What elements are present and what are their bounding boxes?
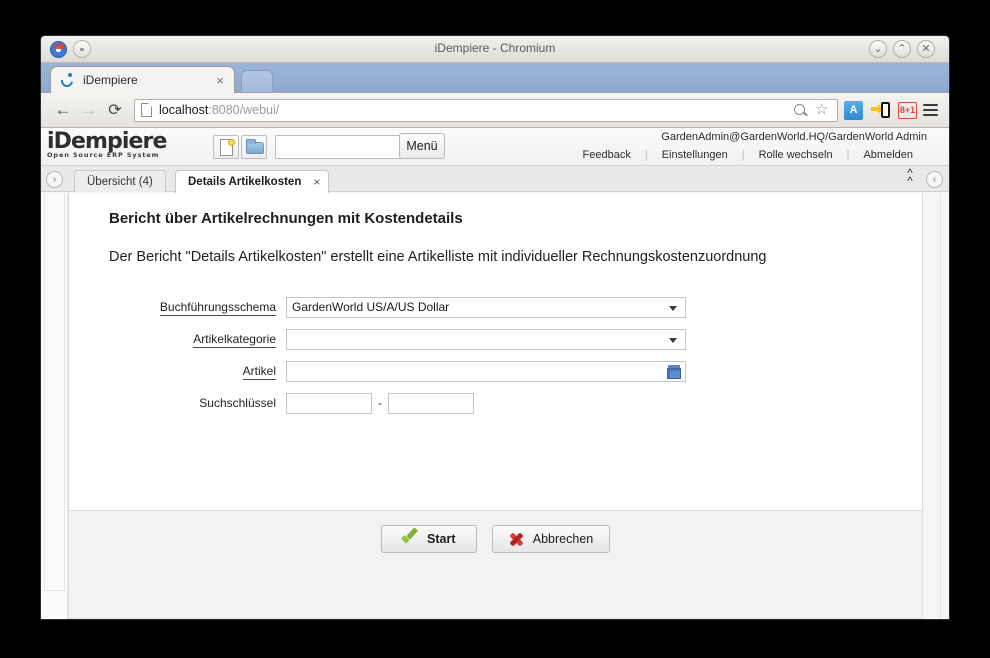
idempiere-application: iDempiere Open Source ERP System Menü Ga…	[41, 128, 949, 619]
artikelkategorie-select[interactable]	[286, 328, 686, 350]
idempiere-favicon-icon	[58, 72, 76, 89]
window-minimize-button[interactable]: ⌄	[869, 40, 887, 58]
field-row-artikel: Artikel	[69, 355, 922, 387]
back-button[interactable]: ←	[50, 97, 76, 123]
open-folder-icon[interactable]	[241, 135, 267, 159]
chromium-browser-window: iDempiere - Chromium ⌄ ⌃ ✕ iDempiere × ←…	[40, 35, 950, 620]
address-bar[interactable]: localhost:8080/webui/ ☆	[134, 98, 838, 122]
window-titlebar: iDempiere - Chromium ⌄ ⌃ ✕	[41, 36, 949, 63]
left-rail	[41, 193, 68, 619]
suchschluessel-from-input[interactable]	[286, 392, 372, 414]
label-artikel: Artikel	[242, 364, 276, 380]
left-panel-toggle-button[interactable]: ›	[46, 171, 63, 188]
idempiere-logo: iDempiere Open Source ERP System	[47, 131, 183, 161]
new-record-icon[interactable]	[213, 135, 239, 159]
browser-tab-close-icon[interactable]: ×	[216, 74, 224, 87]
lookup-box-icon[interactable]	[666, 364, 682, 380]
cancel-button-label: Abbrechen	[532, 532, 594, 546]
tab-label: Übersicht (4)	[87, 175, 153, 188]
window-close-button[interactable]: ✕	[917, 40, 935, 58]
right-panel-toggle-button[interactable]: ‹	[926, 171, 943, 188]
action-button-row: Start Abbrechen	[69, 525, 922, 553]
address-bar-path: :8080/webui/	[208, 103, 280, 117]
send-to-mobile-extension-icon[interactable]	[871, 101, 890, 120]
app-tab-bar: › Übersicht (4) Details Artikelkosten × …	[41, 166, 949, 193]
header-links: Feedback | Einstellungen | Rolle wechsel…	[569, 149, 927, 161]
red-x-icon	[509, 531, 524, 547]
new-tab-button[interactable]	[241, 70, 273, 92]
page-title: Bericht über Artikelrechnungen mit Koste…	[109, 210, 463, 227]
report-panel-wrapper: Bericht über Artikelrechnungen mit Koste…	[68, 193, 923, 619]
field-row-suchschluessel: Suchschlüssel -	[69, 387, 922, 419]
google-plus-one-extension-icon[interactable]: 8+1	[898, 101, 917, 119]
user-info-text: GardenAdmin@GardenWorld.HQ/GardenWorld A…	[661, 131, 927, 143]
browser-tabstrip: iDempiere ×	[41, 63, 949, 93]
desktop-background: iDempiere - Chromium ⌄ ⌃ ✕ iDempiere × ←…	[0, 0, 990, 658]
translate-extension-icon[interactable]: A	[844, 100, 863, 120]
start-button[interactable]: Start	[380, 525, 477, 553]
link-einstellungen[interactable]: Einstellungen	[648, 149, 742, 161]
zoom-icon[interactable]	[793, 103, 808, 118]
bookmark-star-icon[interactable]: ☆	[815, 102, 830, 118]
browser-tab-title: iDempiere	[83, 73, 138, 87]
extension-toolbar: A 8+1	[844, 100, 917, 120]
collapse-chevron-up-icon[interactable]: ^ ^	[901, 167, 919, 189]
window-title: iDempiere - Chromium	[434, 41, 556, 55]
buchfuehrungsschema-select[interactable]: GardenWorld US/A/US Dollar	[286, 296, 686, 318]
label-suchschluessel: Suchschlüssel	[199, 396, 276, 410]
app-header: iDempiere Open Source ERP System Menü Ga…	[41, 128, 949, 166]
browser-menu-icon[interactable]	[923, 103, 938, 117]
label-artikelkategorie: Artikelkategorie	[193, 332, 276, 348]
tab-label: Details Artikelkosten	[188, 176, 302, 188]
menu-button[interactable]: Menü	[399, 133, 445, 159]
report-description: Der Bericht "Details Artikelkosten" erst…	[109, 249, 767, 265]
buchfuehrungsschema-value: GardenWorld US/A/US Dollar	[292, 300, 450, 314]
tab-uebersicht[interactable]: Übersicht (4)	[74, 170, 166, 192]
field-row-buchfuehrungsschema: Buchführungsschema GardenWorld US/A/US D…	[69, 291, 922, 323]
tab-details-artikelkosten[interactable]: Details Artikelkosten ×	[175, 170, 330, 193]
link-rolle-wechseln[interactable]: Rolle wechseln	[745, 149, 847, 161]
browser-toolbar: ← → ⟳ localhost:8080/webui/ ☆ A 8+1	[41, 93, 949, 128]
link-abmelden[interactable]: Abmelden	[849, 149, 927, 161]
right-rail	[940, 193, 949, 619]
forward-button[interactable]: →	[76, 97, 102, 123]
report-panel: Bericht über Artikelrechnungen mit Koste…	[68, 193, 923, 511]
link-feedback[interactable]: Feedback	[569, 149, 645, 161]
chevron-down-icon	[669, 337, 677, 343]
window-maximize-button[interactable]: ⌃	[893, 40, 911, 58]
cancel-button[interactable]: Abbrechen	[491, 525, 611, 553]
tab-close-icon[interactable]: ×	[313, 175, 320, 189]
address-bar-host: localhost	[159, 103, 209, 117]
range-separator: -	[378, 396, 382, 410]
suchschluessel-to-input[interactable]	[388, 392, 474, 414]
address-bar-url: localhost:8080/webui/	[159, 103, 279, 117]
field-row-artikelkategorie: Artikelkategorie	[69, 323, 922, 355]
browser-tab[interactable]: iDempiere ×	[50, 66, 235, 93]
panel-footer: Start Abbrechen	[68, 511, 923, 619]
chevron-down-icon	[669, 305, 677, 311]
artikel-lookup-input[interactable]	[286, 360, 686, 382]
green-check-icon	[402, 532, 418, 546]
brand-name: iDempiere	[47, 129, 167, 154]
reload-button[interactable]: ⟳	[102, 97, 128, 123]
report-parameter-form: Buchführungsschema GardenWorld US/A/US D…	[69, 291, 922, 419]
page-info-icon	[141, 103, 152, 117]
start-button-label: Start	[427, 532, 456, 546]
label-buchfuehrungsschema: Buchführungsschema	[159, 300, 276, 316]
